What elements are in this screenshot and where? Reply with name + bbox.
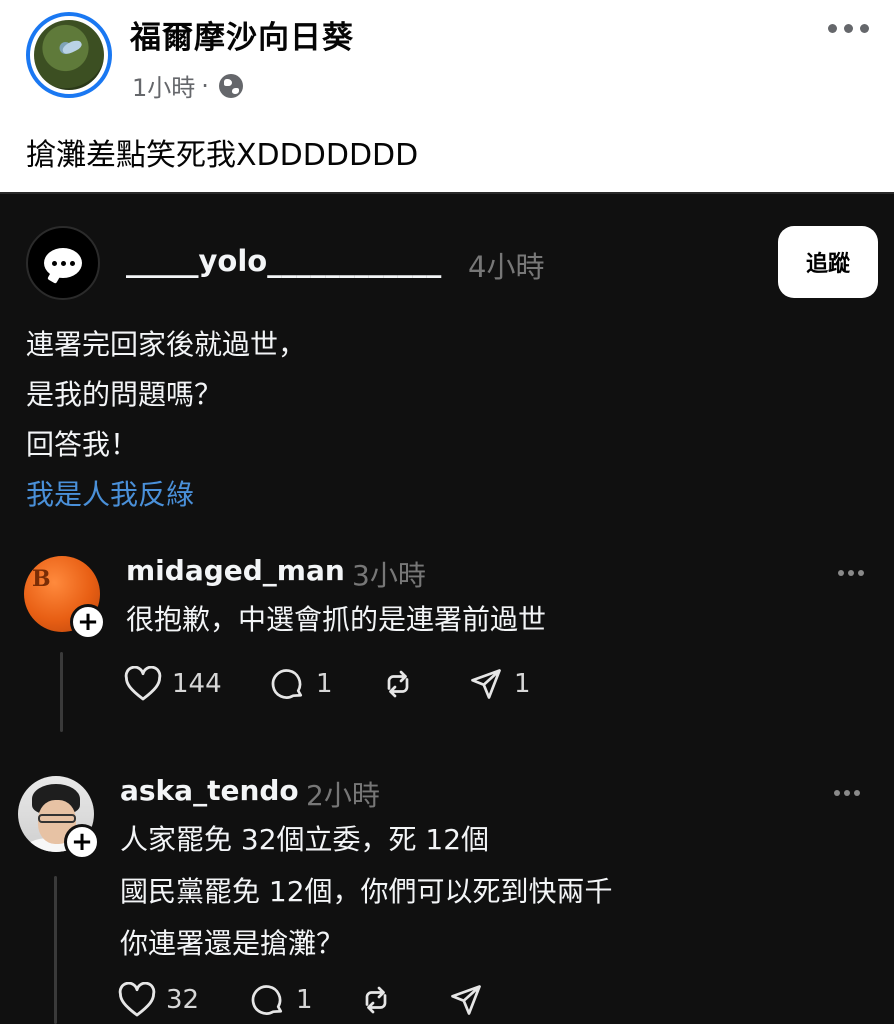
reply-text-line: 很抱歉，中選會抓的是連署前過世	[126, 603, 547, 636]
add-follow-plus-icon[interactable]: +	[64, 824, 100, 860]
send-icon	[451, 985, 481, 1015]
op-username[interactable]: _____yolo____________	[126, 244, 441, 278]
more-horizontal-icon[interactable]	[834, 788, 864, 798]
page-avatar[interactable]	[26, 12, 112, 98]
op-body-line: 是我的問題嗎？	[26, 378, 223, 411]
repost-icon	[365, 986, 387, 1014]
like-count: 32	[166, 985, 200, 1015]
comment-icon	[251, 985, 283, 1015]
post-meta: 1小時 ·	[132, 68, 243, 103]
facebook-post-header: 福爾摩沙向日葵 1小時 · 搶灘差點笑死我XDDDDDDD	[0, 0, 894, 192]
comment-icon	[271, 669, 303, 699]
reply-text: 人家罷免 32個立委，死 12個 國民黨罷免 12個，你們可以死到快兩千 你連署…	[120, 814, 613, 970]
reply-text-line: 你連署還是搶灘？	[120, 927, 345, 960]
meta-separator: ·	[201, 71, 209, 100]
reply-username[interactable]: aska_tendo	[120, 774, 299, 807]
repost-button[interactable]	[380, 666, 468, 702]
sunflower-bird-avatar-image	[34, 20, 104, 90]
page-name[interactable]: 福爾摩沙向日葵	[130, 12, 354, 57]
reply-text: 很抱歉，中選會抓的是連署前過世	[126, 594, 546, 646]
op-body: 連署完回家後就過世， 是我的問題嗎？ 回答我！ 我是人我反綠	[26, 320, 306, 520]
share-button[interactable]: 1	[468, 666, 531, 702]
send-icon	[471, 669, 501, 699]
reply-time: 3小時	[352, 559, 426, 592]
globe-icon	[218, 73, 243, 98]
topic-tag-link[interactable]: 我是人我反綠	[26, 470, 306, 520]
follow-button[interactable]: 追蹤	[778, 226, 878, 298]
repost-button[interactable]	[358, 982, 448, 1018]
reply-actions: 144 1 1	[124, 666, 531, 702]
comment-count: 1	[316, 669, 333, 699]
reply-actions: 32 1	[118, 982, 494, 1018]
op-body-line: 回答我！	[26, 428, 139, 461]
threads-screenshot: _____yolo____________ 4小時 追蹤 連署完回家後就過世， …	[0, 192, 894, 1024]
more-horizontal-icon[interactable]	[838, 568, 868, 578]
repost-icon	[387, 670, 409, 698]
comment-button[interactable]: 1	[250, 982, 358, 1018]
threads-op-avatar[interactable]	[26, 226, 100, 300]
share-button[interactable]	[448, 982, 494, 1018]
reply-username[interactable]: midaged_man	[126, 554, 345, 587]
reply-time: 2小時	[306, 779, 380, 812]
reply-text-line: 國民黨罷免 12個，你們可以死到快兩千	[120, 875, 613, 908]
logo-letter-icon: B	[32, 566, 51, 592]
like-count: 144	[172, 669, 222, 699]
op-body-line: 連署完回家後就過世，	[26, 328, 307, 361]
thread-line	[60, 652, 63, 732]
chat-bubble-icon	[44, 248, 82, 278]
share-count: 1	[514, 669, 531, 699]
reply-text-line: 人家罷免 32個立委，死 12個	[120, 823, 490, 856]
comment-count: 1	[296, 985, 313, 1015]
heart-icon	[124, 666, 162, 701]
op-time: 4小時	[468, 250, 545, 284]
like-button[interactable]: 32	[118, 982, 250, 1018]
like-button[interactable]: 144	[124, 666, 270, 702]
add-follow-plus-icon[interactable]: +	[70, 604, 106, 640]
thread-line	[54, 876, 57, 1024]
comment-button[interactable]: 1	[270, 666, 380, 702]
more-horizontal-icon[interactable]	[828, 18, 872, 38]
post-caption: 搶灘差點笑死我XDDDDDDD	[26, 138, 419, 173]
heart-icon	[118, 982, 156, 1017]
post-time[interactable]: 1小時	[132, 68, 195, 103]
